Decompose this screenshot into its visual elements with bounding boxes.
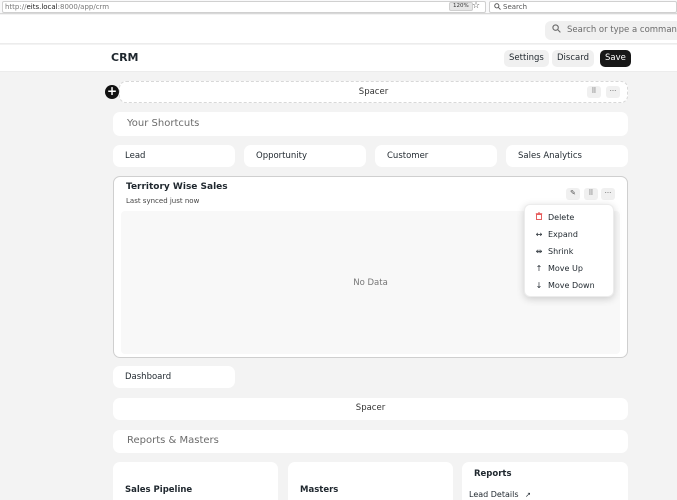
arrow-up-icon: ↑ [535,264,543,273]
bookmark-star-icon[interactable]: ☆ [472,1,480,12]
expand-icon: ↔ [535,230,543,239]
report-link-lead-details[interactable]: Lead Details ↗ [469,490,531,499]
report-link-label: Lead Details [469,490,519,499]
spacer-label: Spacer [358,87,389,97]
menu-item-shrink[interactable]: ⇹ Shrink [525,243,615,260]
edit-pencil-icon[interactable]: ✎ [566,188,580,200]
shrink-icon: ⇹ [535,247,543,256]
card-sales-pipeline[interactable]: Sales Pipeline [113,462,278,500]
external-arrow-icon: ↗ [525,491,531,499]
card-reports[interactable]: Reports Lead Details ↗ [462,462,628,500]
spacer-block-top[interactable]: Spacer ⠿ ··· [119,81,628,103]
drag-handle-icon[interactable]: ⠿ [584,188,598,200]
search-icon [552,24,561,33]
menu-item-expand[interactable]: ↔ Expand [525,226,615,243]
shortcut-opportunity[interactable]: Opportunity [244,145,366,167]
menu-item-delete[interactable]: Delete [525,209,615,226]
browser-search-box[interactable]: Search [489,1,677,13]
more-options-icon[interactable]: ··· [606,86,620,98]
menu-item-label: Move Down [548,281,595,290]
spacer-block-bottom[interactable]: Spacer [113,398,628,420]
awesome-bar-placeholder: Search or type a command (Ctrl + G) [567,25,677,35]
card-masters[interactable]: Masters [288,462,453,500]
shortcut-dashboard[interactable]: Dashboard [113,366,235,388]
page-head: CRM Settings Discard Save [0,45,677,72]
chart-last-synced: Last synced just now [126,197,200,205]
browser-search-placeholder: Search [503,3,528,11]
discard-button[interactable]: Discard [552,50,594,67]
menu-item-label: Expand [548,230,578,239]
arrow-down-icon: ↓ [535,281,543,290]
search-icon [494,3,501,10]
trash-icon [534,209,544,226]
awesome-bar-search[interactable]: Search or type a command (Ctrl + G) [545,21,677,40]
shortcuts-heading: Your Shortcuts [127,118,200,129]
app-navbar: Search or type a command (Ctrl + G) [0,15,677,44]
address-bar[interactable]: http://eits.local:8000/app/crm [2,1,486,13]
menu-item-label: Move Up [548,264,583,273]
drag-handle-icon[interactable]: ⠿ [587,86,601,98]
card-title: Sales Pipeline [125,485,193,495]
spacer-label: Spacer [355,403,386,413]
shortcut-sales-analytics[interactable]: Sales Analytics [506,145,628,167]
reports-masters-header-block[interactable]: Reports & Masters [113,430,628,453]
add-block-button[interactable]: + [105,85,119,99]
menu-item-move-down[interactable]: ↓ Move Down [525,277,615,294]
url-scheme: http:// [5,3,27,11]
card-title: Reports [474,469,512,479]
url-host: eits.local [26,3,58,11]
chart-title: Territory Wise Sales [126,182,228,192]
shortcut-customer[interactable]: Customer [375,145,497,167]
settings-button[interactable]: Settings [504,50,549,67]
block-options-dropdown: Delete ↔ Expand ⇹ Shrink ↑ Move Up ↓ Move Do… [524,204,614,297]
menu-item-label: Delete [548,213,575,222]
zoom-level[interactable]: 120% [449,2,473,11]
browser-toolbar: http://eits.local:8000/app/crm 120% ☆ Se… [0,0,677,14]
menu-item-move-up[interactable]: ↑ Move Up [525,260,615,277]
reports-masters-heading: Reports & Masters [127,435,219,446]
url-path: :8000/app/crm [57,3,110,11]
shortcuts-header-block[interactable]: Your Shortcuts [113,112,628,136]
more-options-icon[interactable]: ··· [601,188,615,200]
page-title: CRM [111,51,139,64]
save-button[interactable]: Save [600,50,631,67]
shortcut-lead[interactable]: Lead [113,145,235,167]
menu-item-label: Shrink [548,247,574,256]
card-title: Masters [300,485,339,495]
